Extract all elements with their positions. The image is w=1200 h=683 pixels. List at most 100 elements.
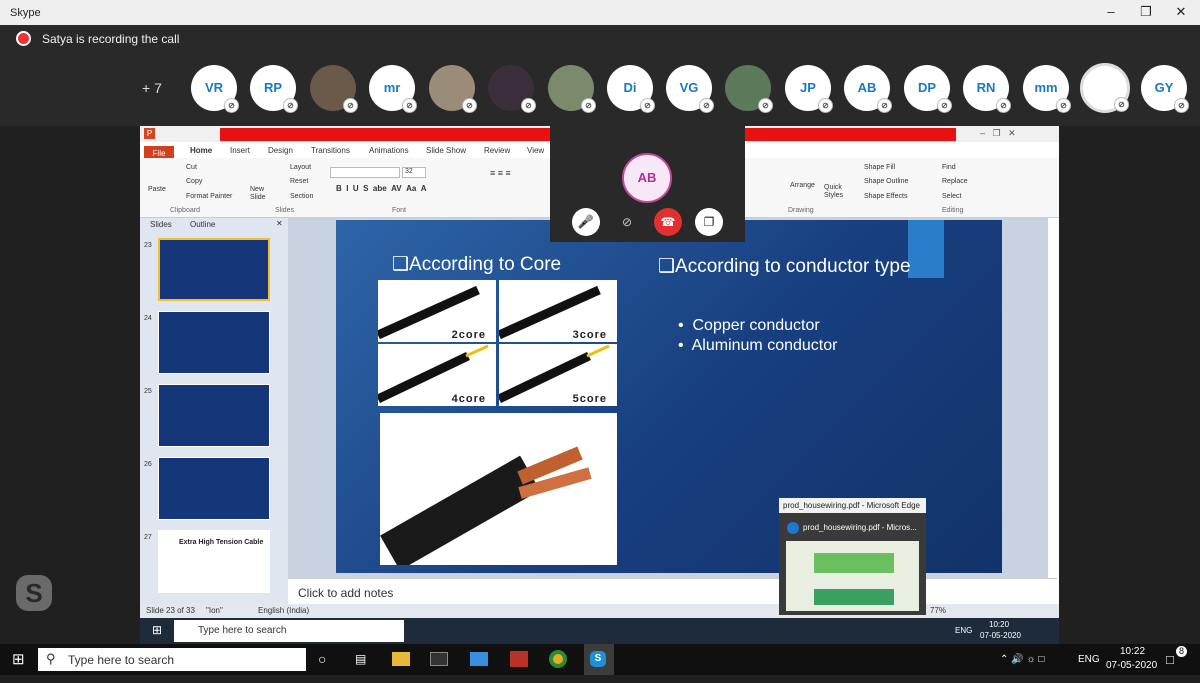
system-tray-icons[interactable]: ⌃ 🔊 ☼ □ xyxy=(1000,648,1044,671)
paste-button[interactable]: Paste xyxy=(148,186,166,193)
cut-button[interactable]: Cut xyxy=(186,164,197,171)
participant-photo-avatar[interactable]: ⊘ xyxy=(548,65,596,113)
tab-home[interactable]: Home xyxy=(190,146,212,155)
skype-title-bar: Skype – ❐ ✕ xyxy=(0,0,1200,25)
participant-avatar[interactable]: Di ⊘ xyxy=(607,65,655,113)
slide-thumbnail[interactable] xyxy=(158,457,270,520)
skype-taskbar-button[interactable]: S xyxy=(584,644,614,675)
slide-thumbnail[interactable] xyxy=(158,384,270,447)
participant-logo-avatar[interactable]: ⊘ xyxy=(1080,63,1130,113)
video-off-button[interactable]: ⊘ xyxy=(613,208,641,236)
taskbar-search-box[interactable]: ⚲ Type here to search xyxy=(38,648,306,671)
notification-icon[interactable]: □ 8 xyxy=(1166,646,1187,671)
tab-animations[interactable]: Animations xyxy=(369,146,409,155)
shared-lang: ENG xyxy=(955,626,973,635)
layout-button[interactable]: Layout xyxy=(290,164,311,171)
language-indicator[interactable]: ENG xyxy=(1078,648,1100,671)
muted-mic-icon: ⊘ xyxy=(402,98,417,113)
quick-styles-button[interactable]: Quick Styles xyxy=(824,184,846,200)
shape-effects-button[interactable]: Shape Effects xyxy=(864,193,907,200)
muted-mic-icon: ⊘ xyxy=(581,98,596,113)
find-button[interactable]: Find xyxy=(942,164,956,171)
file-explorer-icon[interactable] xyxy=(392,652,410,666)
more-participants[interactable]: + 7 xyxy=(142,80,162,96)
shape-fill-button[interactable]: Shape Fill xyxy=(864,164,895,171)
task-view-icon[interactable]: ▤ xyxy=(355,648,366,671)
slides-pane: Slides Outline ✕ 23 24 25 26 27 Extra Hi… xyxy=(140,218,288,604)
tab-design[interactable]: Design xyxy=(268,146,293,155)
mail-icon[interactable] xyxy=(470,652,488,666)
participant-avatar[interactable]: VR ⊘ xyxy=(191,65,239,113)
notes-pane[interactable]: Click to add notes xyxy=(288,578,1057,604)
notes-placeholder: Click to add notes xyxy=(298,586,394,600)
slide-number: 25 xyxy=(144,388,152,395)
font-size-select[interactable]: 32 xyxy=(402,167,426,178)
slide-thumbnail[interactable] xyxy=(158,311,270,374)
tab-slide-show[interactable]: Slide Show xyxy=(426,146,466,155)
tab-outline[interactable]: Outline xyxy=(190,220,215,229)
thumbnail-title: Extra High Tension Cable xyxy=(179,539,264,546)
copy-button[interactable]: Copy xyxy=(186,178,202,185)
font-name-select[interactable] xyxy=(330,167,400,178)
participant-avatar[interactable]: VG ⊘ xyxy=(666,65,714,113)
terminal-icon[interactable] xyxy=(430,652,448,666)
replace-button[interactable]: Replace xyxy=(942,178,968,185)
muted-mic-icon: ⊘ xyxy=(283,98,298,113)
search-placeholder: Type here to search xyxy=(68,653,175,667)
format-painter-button[interactable]: Format Painter xyxy=(186,193,232,200)
mic-button[interactable]: 🎤 xyxy=(572,208,600,236)
tab-insert[interactable]: Insert xyxy=(230,146,250,155)
participant-photo-avatar[interactable]: ⊘ xyxy=(310,65,358,113)
switch-window-button[interactable]: ❐ xyxy=(695,208,723,236)
left-heading: ❑According to Core xyxy=(392,254,562,275)
participant-avatar[interactable]: AB ⊘ xyxy=(844,65,892,113)
cortana-icon[interactable]: ○ xyxy=(318,648,326,671)
arrange-button[interactable]: Arrange xyxy=(790,182,820,189)
caller-avatar: AB xyxy=(622,153,672,203)
paragraph-buttons[interactable]: ≡ ≡ ≡ xyxy=(490,168,511,178)
end-call-button[interactable]: ☎ xyxy=(654,208,682,236)
pane-tabs: Slides Outline ✕ xyxy=(140,218,288,232)
participant-avatar[interactable]: mm ⊘ xyxy=(1023,65,1071,113)
select-button[interactable]: Select xyxy=(942,193,961,200)
windows-start-icon[interactable]: ⊞ xyxy=(12,648,25,671)
participant-photo-avatar[interactable]: ⊘ xyxy=(488,65,536,113)
shape-outline-button[interactable]: Shape Outline xyxy=(864,178,908,185)
reset-button[interactable]: Reset xyxy=(290,178,308,185)
chrome-icon[interactable] xyxy=(549,650,567,668)
tab-slides[interactable]: Slides xyxy=(150,220,172,229)
bullet-item: • Aluminum conductor xyxy=(678,337,838,354)
slide-thumbnail[interactable]: Extra High Tension Cable xyxy=(158,530,270,593)
section-button[interactable]: Section xyxy=(290,193,313,200)
minimize-button[interactable]: – xyxy=(1094,3,1128,21)
ppt-window-controls[interactable]: – ❐ ✕ xyxy=(980,128,1016,139)
slides-group-label: Slides xyxy=(275,207,295,214)
participant-avatar[interactable]: RN ⊘ xyxy=(963,65,1011,113)
tab-transitions[interactable]: Transitions xyxy=(311,146,350,155)
participant-photo-avatar[interactable]: ⊘ xyxy=(429,65,477,113)
participant-avatar[interactable]: GY ⊘ xyxy=(1141,65,1189,113)
app-icon[interactable] xyxy=(510,651,528,667)
clock-date[interactable]: 07-05-2020 xyxy=(1106,660,1157,683)
tab-view[interactable]: View xyxy=(527,146,544,155)
close-pane-icon[interactable]: ✕ xyxy=(276,219,283,228)
font-format-buttons[interactable]: B I U S abe AV Aa A xyxy=(336,184,427,193)
new-slide-button[interactable]: New Slide xyxy=(250,186,274,202)
slide-thumbnail[interactable] xyxy=(158,238,270,301)
muted-mic-icon: ⊘ xyxy=(1114,97,1129,112)
shared-search-box: Type here to search xyxy=(174,620,404,642)
muted-mic-icon: ⊘ xyxy=(1174,98,1189,113)
participant-avatar[interactable]: DP ⊘ xyxy=(904,65,952,113)
slide-number: 26 xyxy=(144,461,152,468)
search-icon: ⚲ xyxy=(46,651,56,666)
participant-avatar[interactable]: RP ⊘ xyxy=(250,65,298,113)
maximize-button[interactable]: ❐ xyxy=(1129,3,1163,21)
edge-preview-popup[interactable]: prod_housewiring.pdf - Microsoft Edge pr… xyxy=(779,498,926,615)
participant-avatar[interactable]: JP ⊘ xyxy=(785,65,833,113)
close-button[interactable]: ✕ xyxy=(1164,3,1198,21)
zoom-level[interactable]: 77% xyxy=(930,606,946,615)
muted-mic-icon: ⊘ xyxy=(699,98,714,113)
tab-review[interactable]: Review xyxy=(484,146,510,155)
participant-photo-avatar[interactable]: ⊘ xyxy=(725,65,773,113)
participant-avatar[interactable]: mr ⊘ xyxy=(369,65,417,113)
